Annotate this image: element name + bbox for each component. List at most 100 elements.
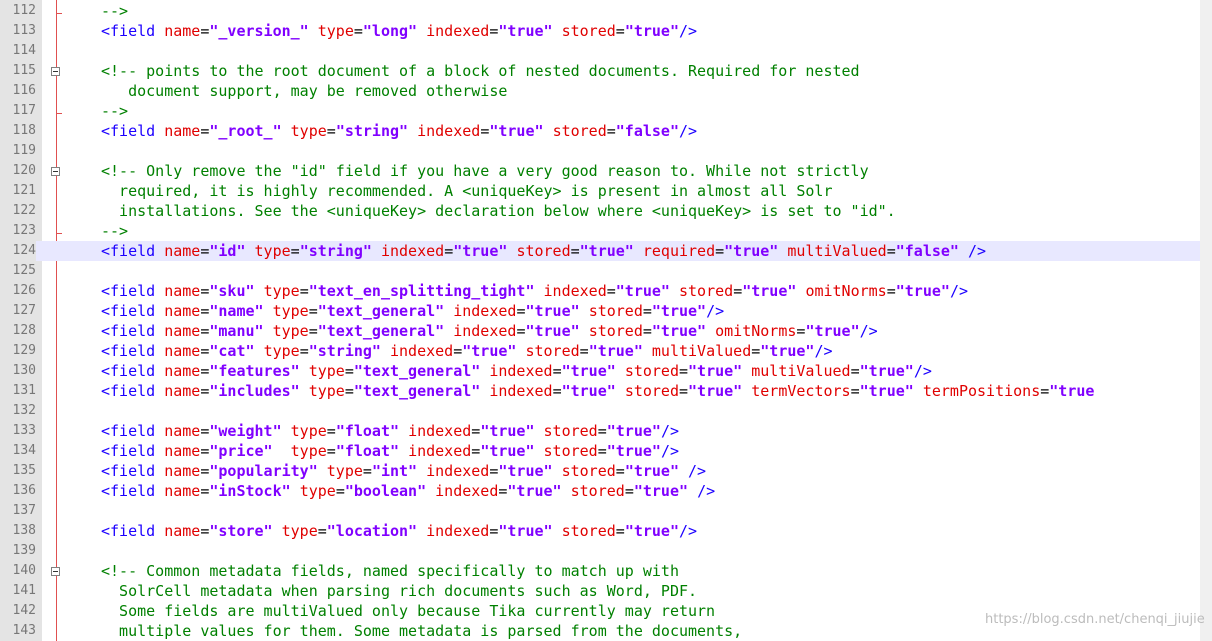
xml-tag-token: /> (859, 322, 878, 340)
code-line[interactable]: 120 <!-- Only remove the "id" field if yo… (0, 161, 1212, 181)
line-number: 134 (12, 443, 36, 458)
xml-value-token: "price" (209, 442, 273, 460)
code-line[interactable]: 128 <field name="manu" type="text_general… (0, 321, 1212, 341)
code-line[interactable]: 131 <field name="includes" type="text_gen… (0, 381, 1212, 401)
xml-value-token: "inStock" (209, 482, 291, 500)
code-line[interactable]: 138 <field name="store" type="location" i… (0, 521, 1212, 541)
code-line[interactable]: 122 installations. See the <uniqueKey> d… (0, 201, 1212, 221)
code-line[interactable]: 115 <!-- points to the root document of a… (0, 61, 1212, 81)
code-line[interactable]: 141 SolrCell metadata when parsing rich … (0, 581, 1212, 601)
xml-attribute-token: name (164, 482, 201, 500)
text-token: = (444, 242, 454, 260)
xml-value-token: "text_general" (353, 362, 481, 380)
line-number: 120 (12, 163, 36, 178)
line-source: <field name="id" type="string" indexed="… (101, 241, 986, 261)
xml-attribute-token: multiValued (651, 342, 752, 360)
xml-attribute-token: multiValued (787, 242, 887, 260)
xml-attribute-token: type (326, 462, 363, 480)
text-token: = (679, 362, 689, 380)
xml-value-token: "true" (724, 242, 779, 260)
comment-token: SolrCell metadata when parsing rich docu… (101, 582, 698, 600)
code-line[interactable]: 139 (0, 541, 1212, 561)
code-line[interactable]: 123 --> (0, 221, 1212, 241)
xml-tag-token: <field (101, 422, 165, 440)
xml-value-token: "true" (760, 342, 815, 360)
code-line[interactable]: 137 (0, 501, 1212, 521)
code-line[interactable]: 119 (0, 141, 1212, 161)
line-source: <field name="popularity" type="int" inde… (101, 461, 706, 481)
code-line[interactable]: 127 <field name="name" type="text_general… (0, 301, 1212, 321)
code-line[interactable]: 112 --> (0, 1, 1212, 21)
code-line[interactable]: 125 (0, 261, 1212, 281)
xml-tag-token: <field (101, 362, 165, 380)
text-token: = (886, 242, 896, 260)
code-line[interactable]: 113 <field name="_version_" type="long" i… (0, 21, 1212, 41)
text-token: = (679, 382, 689, 400)
line-source: SolrCell metadata when parsing rich docu… (101, 581, 697, 601)
text-token: = (606, 282, 616, 300)
code-line[interactable]: 133 <field name="weight" type="float" ind… (0, 421, 1212, 441)
code-line[interactable]: 134 <field name="price" type="float" inde… (0, 441, 1212, 461)
text-token: = (606, 122, 616, 140)
text-token: = (453, 342, 463, 360)
xml-value-token: "true" (624, 522, 679, 540)
xml-attribute-token: stored (561, 522, 616, 540)
code-line[interactable]: 129 <field name="cat" type="string" index… (0, 341, 1212, 361)
line-number: 112 (12, 3, 36, 18)
code-line[interactable]: 140 <!-- Common metadata fields, named sp… (0, 561, 1212, 581)
code-line[interactable]: 118 <field name="_root_" type="string" in… (0, 121, 1212, 141)
code-line[interactable]: 117 --> (0, 101, 1212, 121)
code-line[interactable]: 121 required, it is highly recommended. … (0, 181, 1212, 201)
xml-tag-token: /> (968, 242, 987, 260)
line-number: 133 (12, 423, 36, 438)
current-code-line[interactable]: 124 <field name="id" type="string" indexe… (0, 241, 1212, 261)
text-token: = (299, 282, 309, 300)
xml-attribute-token: stored (552, 122, 607, 140)
xml-value-token: "true" (507, 482, 562, 500)
text-token: = (308, 302, 318, 320)
code-line[interactable]: 135 <field name="popularity" type="int" i… (0, 461, 1212, 481)
xml-tag-token: <field (101, 282, 165, 300)
xml-attribute-token: indexed (489, 362, 553, 380)
code-line[interactable]: 130 <field name="features" type="text_gen… (0, 361, 1212, 381)
xml-attribute-token: stored (525, 342, 580, 360)
vertical-scrollbar[interactable] (1200, 0, 1212, 641)
text-token: = (1040, 382, 1050, 400)
xml-tag-token: /> (949, 282, 968, 300)
xml-attribute-token: type (272, 302, 309, 320)
xml-value-token: "true (1049, 382, 1095, 400)
code-area[interactable]: 112 --> 113 <field name="_version_" type="l… (0, 0, 1212, 641)
code-line[interactable]: 136 <field name="inStock" type="boolean" … (0, 481, 1212, 501)
xml-attribute-token: type (290, 122, 327, 140)
xml-value-token: "cat" (209, 342, 255, 360)
line-number: 117 (12, 103, 36, 118)
code-line[interactable]: 132 (0, 401, 1212, 421)
xml-attribute-token: indexed (408, 422, 472, 440)
xml-attribute-token: name (164, 302, 201, 320)
xml-tag-token: /> (660, 422, 679, 440)
xml-value-token: "true" (624, 462, 679, 480)
xml-tag-token: /> (679, 122, 698, 140)
code-line[interactable]: 114 (0, 41, 1212, 61)
xml-value-token: "true" (462, 342, 517, 360)
line-source: <!-- Only remove the "id" field if you h… (101, 161, 869, 181)
code-editor[interactable]: 112 --> 113 <field name="_version_" type="l… (0, 0, 1212, 641)
line-number: 136 (12, 483, 36, 498)
xml-attribute-token: name (164, 462, 201, 480)
code-line[interactable]: 116 document support, may be removed oth… (0, 81, 1212, 101)
text-token: = (362, 462, 372, 480)
xml-tag-token: <field (101, 22, 165, 40)
code-line[interactable]: 126 <field name="sku" type="text_en_split… (0, 281, 1212, 301)
line-source: required, it is highly recommended. A <u… (101, 181, 832, 201)
xml-value-token: "popularity" (209, 462, 318, 480)
